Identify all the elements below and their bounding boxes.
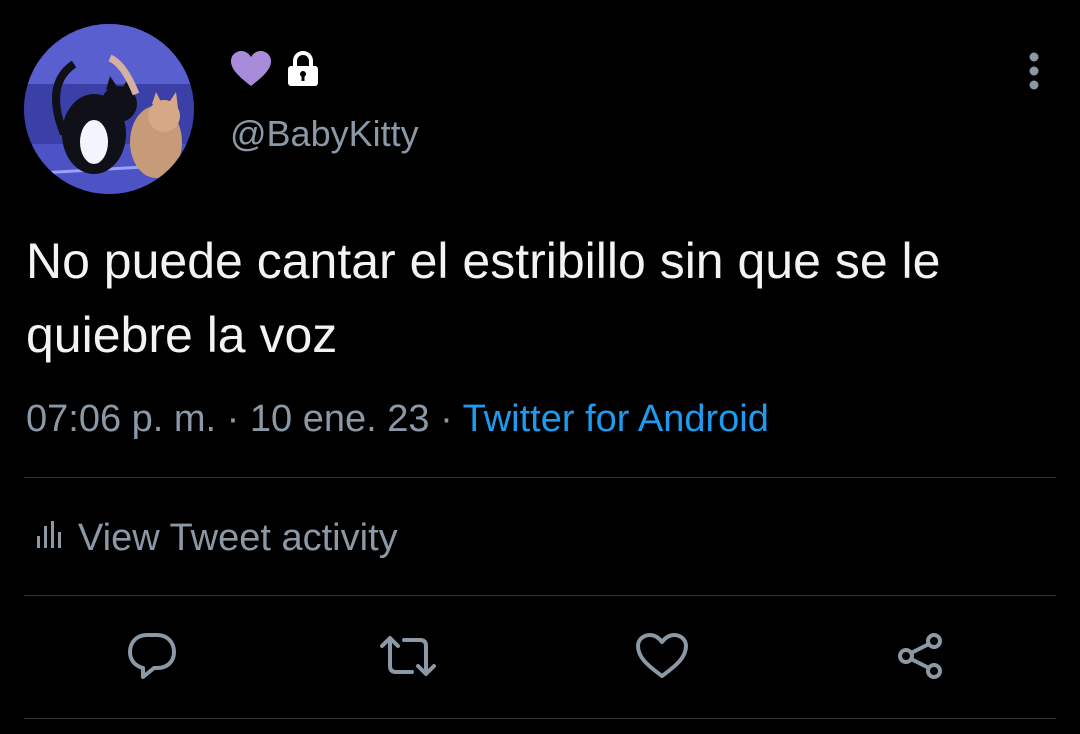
reply-icon bbox=[127, 632, 177, 685]
like-button[interactable] bbox=[632, 628, 692, 688]
share-icon bbox=[894, 632, 946, 685]
bar-chart-icon bbox=[36, 517, 62, 560]
retweet-button[interactable] bbox=[378, 628, 438, 688]
divider bbox=[24, 718, 1056, 719]
view-tweet-activity-button[interactable]: View Tweet activity bbox=[36, 510, 398, 566]
lock-icon bbox=[286, 50, 320, 92]
tweet-meta: 07:06 p. m. · 10 ene. 23 · Twitter for A… bbox=[26, 392, 769, 446]
tweet-text: No puede cantar el estribillo sin que se… bbox=[26, 233, 941, 363]
display-name-row bbox=[230, 50, 320, 92]
tweet-time: 07:06 p. m. bbox=[26, 398, 217, 440]
meta-separator: · bbox=[429, 398, 463, 440]
tweet-source-link[interactable]: Twitter for Android bbox=[463, 398, 769, 440]
purple-heart-icon bbox=[230, 50, 272, 93]
divider bbox=[24, 477, 1056, 478]
avatar-image bbox=[24, 24, 194, 194]
more-options-icon[interactable] bbox=[1014, 48, 1054, 94]
like-icon bbox=[635, 632, 689, 685]
share-button[interactable] bbox=[890, 628, 950, 688]
tweet-date: 10 ene. 23 bbox=[249, 398, 430, 440]
avatar[interactable] bbox=[24, 24, 194, 194]
meta-separator: · bbox=[216, 398, 250, 440]
divider bbox=[24, 595, 1056, 596]
retweet-icon bbox=[378, 634, 438, 683]
user-handle[interactable]: @BabyKitty bbox=[230, 110, 419, 158]
view-tweet-activity-label: View Tweet activity bbox=[78, 516, 398, 559]
reply-button[interactable] bbox=[122, 628, 182, 688]
